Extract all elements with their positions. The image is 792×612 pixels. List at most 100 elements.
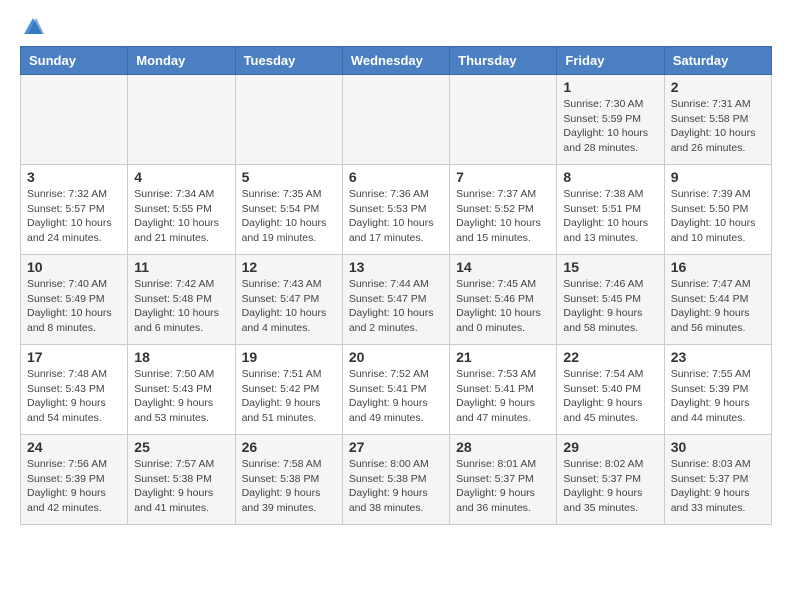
day-info: Sunrise: 7:55 AMSunset: 5:39 PMDaylight:…: [671, 367, 765, 426]
calendar-cell: 27 Sunrise: 8:00 AMSunset: 5:38 PMDayligh…: [342, 435, 449, 525]
day-number: 29: [563, 439, 657, 455]
day-info: Sunrise: 7:37 AMSunset: 5:52 PMDaylight:…: [456, 187, 550, 246]
day-info: Sunrise: 7:50 AMSunset: 5:43 PMDaylight:…: [134, 367, 228, 426]
weekday-header-wednesday: Wednesday: [342, 47, 449, 75]
day-number: 13: [349, 259, 443, 275]
day-info: Sunrise: 7:36 AMSunset: 5:53 PMDaylight:…: [349, 187, 443, 246]
day-info: Sunrise: 7:40 AMSunset: 5:49 PMDaylight:…: [27, 277, 121, 336]
day-number: 20: [349, 349, 443, 365]
calendar-cell: 20 Sunrise: 7:52 AMSunset: 5:41 PMDayligh…: [342, 345, 449, 435]
calendar-week-row: 1Sunrise: 7:30 AMSunset: 5:59 PMDaylight…: [21, 75, 772, 165]
day-number: 14: [456, 259, 550, 275]
calendar-cell: [21, 75, 128, 165]
day-info: Sunrise: 7:44 AMSunset: 5:47 PMDaylight:…: [349, 277, 443, 336]
day-number: 26: [242, 439, 336, 455]
day-number: 8: [563, 169, 657, 185]
calendar-cell: 17Sunrise: 7:48 AMSunset: 5:43 PMDayligh…: [21, 345, 128, 435]
calendar-cell: [235, 75, 342, 165]
day-number: 15: [563, 259, 657, 275]
calendar-cell: 14 Sunrise: 7:45 AMSunset: 5:46 PMDayligh…: [450, 255, 557, 345]
weekday-header-sunday: Sunday: [21, 47, 128, 75]
calendar-cell: 21 Sunrise: 7:53 AMSunset: 5:41 PMDayligh…: [450, 345, 557, 435]
day-number: 6: [349, 169, 443, 185]
calendar-cell: [128, 75, 235, 165]
calendar-cell: 1Sunrise: 7:30 AMSunset: 5:59 PMDaylight…: [557, 75, 664, 165]
calendar-cell: 29 Sunrise: 8:02 AMSunset: 5:37 PMDayligh…: [557, 435, 664, 525]
calendar-cell: 2 Sunrise: 7:31 AMSunset: 5:58 PMDaylight…: [664, 75, 771, 165]
calendar-cell: [450, 75, 557, 165]
calendar-cell: 3 Sunrise: 7:32 AMSunset: 5:57 PMDaylight…: [21, 165, 128, 255]
day-info: Sunrise: 7:47 AMSunset: 5:44 PMDaylight:…: [671, 277, 765, 336]
day-info: Sunrise: 7:34 AMSunset: 5:55 PMDaylight:…: [134, 187, 228, 246]
day-number: 23: [671, 349, 765, 365]
day-number: 7: [456, 169, 550, 185]
day-number: 25: [134, 439, 228, 455]
day-number: 12: [242, 259, 336, 275]
calendar-cell: 8 Sunrise: 7:38 AMSunset: 5:51 PMDaylight…: [557, 165, 664, 255]
calendar-cell: [342, 75, 449, 165]
page-header: [0, 0, 792, 46]
calendar-cell: 11 Sunrise: 7:42 AMSunset: 5:48 PMDayligh…: [128, 255, 235, 345]
day-number: 24: [27, 439, 121, 455]
weekday-header-saturday: Saturday: [664, 47, 771, 75]
day-number: 21: [456, 349, 550, 365]
day-number: 27: [349, 439, 443, 455]
day-number: 18: [134, 349, 228, 365]
calendar-cell: 19Sunrise: 7:51 AMSunset: 5:42 PMDayligh…: [235, 345, 342, 435]
day-number: 30: [671, 439, 765, 455]
day-info: Sunrise: 7:57 AMSunset: 5:38 PMDaylight:…: [134, 457, 228, 516]
calendar-cell: 5Sunrise: 7:35 AMSunset: 5:54 PMDaylight…: [235, 165, 342, 255]
day-info: Sunrise: 7:46 AMSunset: 5:45 PMDaylight:…: [563, 277, 657, 336]
calendar-header-row: SundayMondayTuesdayWednesdayThursdayFrid…: [21, 47, 772, 75]
calendar-cell: 6 Sunrise: 7:36 AMSunset: 5:53 PMDaylight…: [342, 165, 449, 255]
day-number: 11: [134, 259, 228, 275]
calendar-cell: 24Sunrise: 7:56 AMSunset: 5:39 PMDayligh…: [21, 435, 128, 525]
day-info: Sunrise: 7:31 AMSunset: 5:58 PMDaylight:…: [671, 97, 765, 156]
day-info: Sunrise: 7:51 AMSunset: 5:42 PMDaylight:…: [242, 367, 336, 426]
day-info: Sunrise: 7:42 AMSunset: 5:48 PMDaylight:…: [134, 277, 228, 336]
calendar-cell: 15 Sunrise: 7:46 AMSunset: 5:45 PMDayligh…: [557, 255, 664, 345]
calendar-cell: 18 Sunrise: 7:50 AMSunset: 5:43 PMDayligh…: [128, 345, 235, 435]
logo: [20, 16, 44, 38]
day-info: Sunrise: 8:01 AMSunset: 5:37 PMDaylight:…: [456, 457, 550, 516]
day-info: Sunrise: 8:03 AMSunset: 5:37 PMDaylight:…: [671, 457, 765, 516]
day-number: 3: [27, 169, 121, 185]
day-info: Sunrise: 8:02 AMSunset: 5:37 PMDaylight:…: [563, 457, 657, 516]
calendar-cell: 10Sunrise: 7:40 AMSunset: 5:49 PMDayligh…: [21, 255, 128, 345]
weekday-header-thursday: Thursday: [450, 47, 557, 75]
day-info: Sunrise: 7:32 AMSunset: 5:57 PMDaylight:…: [27, 187, 121, 246]
calendar-week-row: 10Sunrise: 7:40 AMSunset: 5:49 PMDayligh…: [21, 255, 772, 345]
weekday-header-friday: Friday: [557, 47, 664, 75]
day-info: Sunrise: 7:45 AMSunset: 5:46 PMDaylight:…: [456, 277, 550, 336]
calendar-cell: 25 Sunrise: 7:57 AMSunset: 5:38 PMDayligh…: [128, 435, 235, 525]
calendar-cell: 4 Sunrise: 7:34 AMSunset: 5:55 PMDaylight…: [128, 165, 235, 255]
calendar-wrapper: SundayMondayTuesdayWednesdayThursdayFrid…: [0, 46, 792, 535]
calendar-cell: 7 Sunrise: 7:37 AMSunset: 5:52 PMDaylight…: [450, 165, 557, 255]
day-number: 9: [671, 169, 765, 185]
day-number: 22: [563, 349, 657, 365]
calendar-cell: 28 Sunrise: 8:01 AMSunset: 5:37 PMDayligh…: [450, 435, 557, 525]
calendar-week-row: 3 Sunrise: 7:32 AMSunset: 5:57 PMDaylight…: [21, 165, 772, 255]
day-info: Sunrise: 7:30 AMSunset: 5:59 PMDaylight:…: [563, 97, 657, 156]
calendar-cell: 16Sunrise: 7:47 AMSunset: 5:44 PMDayligh…: [664, 255, 771, 345]
day-info: Sunrise: 7:53 AMSunset: 5:41 PMDaylight:…: [456, 367, 550, 426]
calendar-cell: 23 Sunrise: 7:55 AMSunset: 5:39 PMDayligh…: [664, 345, 771, 435]
calendar-cell: 26 Sunrise: 7:58 AMSunset: 5:38 PMDayligh…: [235, 435, 342, 525]
calendar-cell: 13 Sunrise: 7:44 AMSunset: 5:47 PMDayligh…: [342, 255, 449, 345]
calendar-week-row: 24Sunrise: 7:56 AMSunset: 5:39 PMDayligh…: [21, 435, 772, 525]
calendar-week-row: 17Sunrise: 7:48 AMSunset: 5:43 PMDayligh…: [21, 345, 772, 435]
calendar-cell: 22Sunrise: 7:54 AMSunset: 5:40 PMDayligh…: [557, 345, 664, 435]
day-info: Sunrise: 7:52 AMSunset: 5:41 PMDaylight:…: [349, 367, 443, 426]
calendar-table: SundayMondayTuesdayWednesdayThursdayFrid…: [20, 46, 772, 525]
day-number: 17: [27, 349, 121, 365]
day-number: 4: [134, 169, 228, 185]
day-info: Sunrise: 8:00 AMSunset: 5:38 PMDaylight:…: [349, 457, 443, 516]
calendar-cell: 9Sunrise: 7:39 AMSunset: 5:50 PMDaylight…: [664, 165, 771, 255]
day-number: 2: [671, 79, 765, 95]
day-info: Sunrise: 7:38 AMSunset: 5:51 PMDaylight:…: [563, 187, 657, 246]
day-number: 28: [456, 439, 550, 455]
weekday-header-monday: Monday: [128, 47, 235, 75]
day-number: 5: [242, 169, 336, 185]
day-info: Sunrise: 7:43 AMSunset: 5:47 PMDaylight:…: [242, 277, 336, 336]
day-info: Sunrise: 7:58 AMSunset: 5:38 PMDaylight:…: [242, 457, 336, 516]
